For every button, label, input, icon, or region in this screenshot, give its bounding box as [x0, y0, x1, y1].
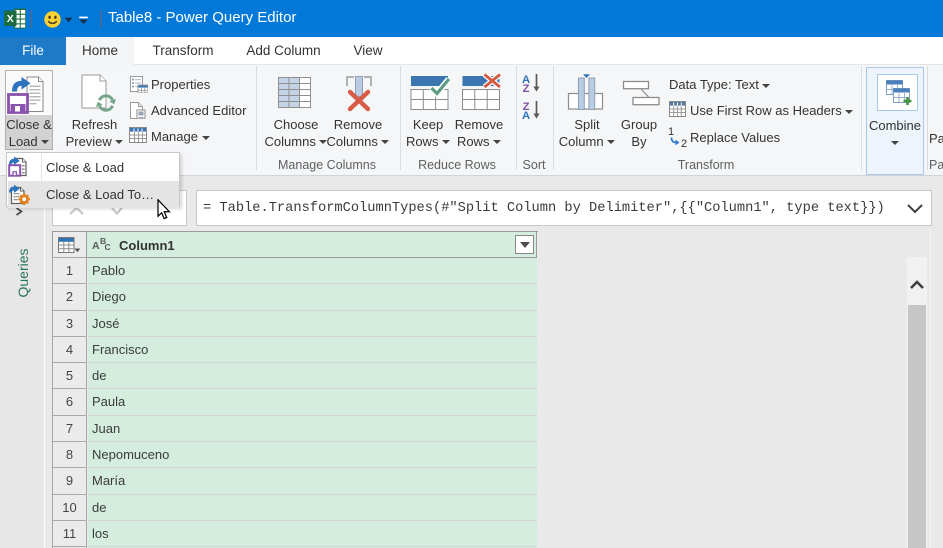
svg-text:Z: Z [523, 83, 530, 95]
svg-text:X: X [7, 13, 14, 25]
svg-text:1: 1 [668, 126, 674, 138]
svg-text:A: A [522, 110, 530, 122]
svg-text:2: 2 [681, 138, 687, 148]
